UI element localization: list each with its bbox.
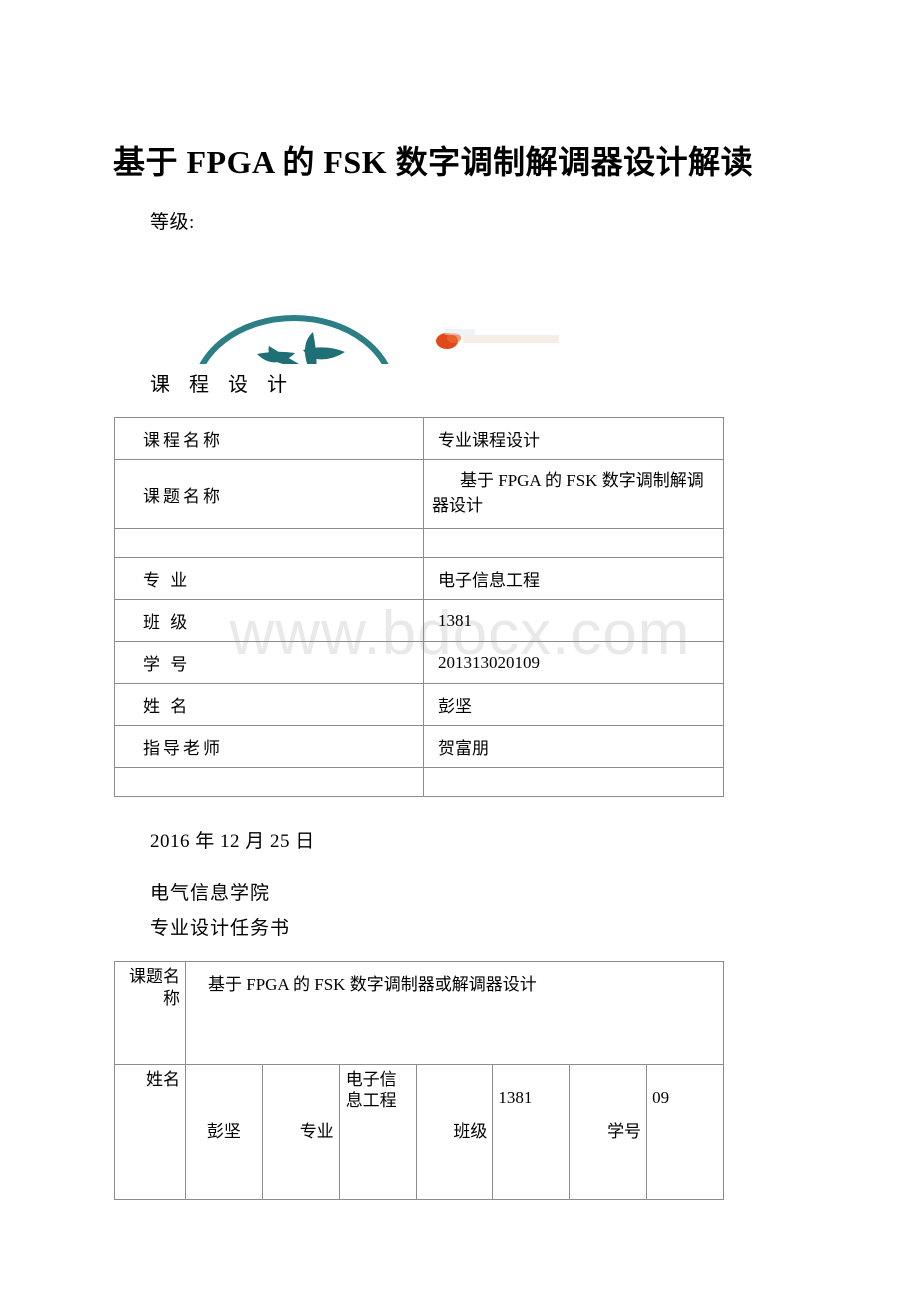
row-label: 课题名称 <box>114 459 424 529</box>
task-sheet-table: 课题名称 基于 FPGA 的 FSK 数字调制器或解调器设计 姓名 彭坚 专业 … <box>114 961 724 1200</box>
task-sheet-heading: 专业设计任务书 <box>150 918 291 939</box>
field-value-class: 1381 <box>492 1064 571 1200</box>
row-label: 专 业 <box>114 557 424 600</box>
table-row: 课程名称 专业课程设计 <box>114 417 724 460</box>
row-label <box>114 528 424 558</box>
row-value: 基于 FPGA 的 FSK 数字调制解调器设计 <box>423 459 724 529</box>
department-line: 电气信息学院 <box>150 883 271 904</box>
row-label: 班 级 <box>114 599 424 642</box>
page-title: 基于 FPGA 的 FSK 数字调制解调器设计解读 <box>113 144 754 180</box>
field-label-student-id: 学号 <box>569 1064 648 1200</box>
row-value: 电子信息工程 <box>423 557 724 600</box>
field-value-student-id: 09 <box>646 1064 724 1200</box>
row-label: 学 号 <box>114 641 424 684</box>
row-value: 贺富朋 <box>423 725 724 768</box>
row-value: 201313020109 <box>423 641 724 684</box>
table-row: 学 号 201313020109 <box>114 641 724 684</box>
course-design-heading: 课 程 设 计 <box>150 374 294 396</box>
field-label-name: 姓名 <box>114 1064 186 1200</box>
row-value <box>423 767 724 797</box>
table-row: 指导老师 贺富朋 <box>114 725 724 768</box>
table-row-spacer <box>114 767 724 797</box>
university-emblem <box>185 296 565 364</box>
grade-label: 等级: <box>150 212 195 233</box>
field-value-major: 电子信息工程 <box>338 1064 417 1200</box>
date-line: 2016 年 12 月 25 日 <box>150 831 315 852</box>
field-value-name: 彭坚 <box>185 1064 263 1200</box>
row-value: 彭坚 <box>423 683 724 726</box>
table-row: 专 业 电子信息工程 <box>114 557 724 600</box>
row-value: 专业课程设计 <box>423 417 724 460</box>
field-label-class: 班级 <box>415 1064 494 1200</box>
field-label-major: 专业 <box>261 1064 340 1200</box>
row-label <box>114 767 424 797</box>
table-row: 课题名称 基于 FPGA 的 FSK 数字调制解调器设计 <box>114 459 724 529</box>
row-label: 姓 名 <box>114 683 424 726</box>
table-row: 班 级 1381 <box>114 599 724 642</box>
row-label: 指导老师 <box>114 725 424 768</box>
row-value: 1381 <box>423 599 724 642</box>
table-row-spacer <box>114 528 724 558</box>
row-label: 课程名称 <box>114 417 424 460</box>
topic-value: 基于 FPGA 的 FSK 数字调制器或解调器设计 <box>185 961 724 1065</box>
course-info-table: 课程名称 专业课程设计 课题名称 基于 FPGA 的 FSK 数字调制解调器设计… <box>114 417 724 797</box>
table-row: 姓名 彭坚 专业 电子信息工程 班级 1381 学号 09 <box>114 1064 724 1200</box>
row-value <box>423 528 724 558</box>
table-row: 课题名称 基于 FPGA 的 FSK 数字调制器或解调器设计 <box>114 961 724 1065</box>
table-row: 姓 名 彭坚 <box>114 683 724 726</box>
emblem-red-mark-icon <box>429 329 565 351</box>
document-page: www.bdocx.com 基于 FPGA 的 FSK 数字调制解调器设计解读 … <box>0 0 920 1302</box>
emblem-arc-icon <box>199 315 389 364</box>
topic-label: 课题名称 <box>114 961 186 1065</box>
